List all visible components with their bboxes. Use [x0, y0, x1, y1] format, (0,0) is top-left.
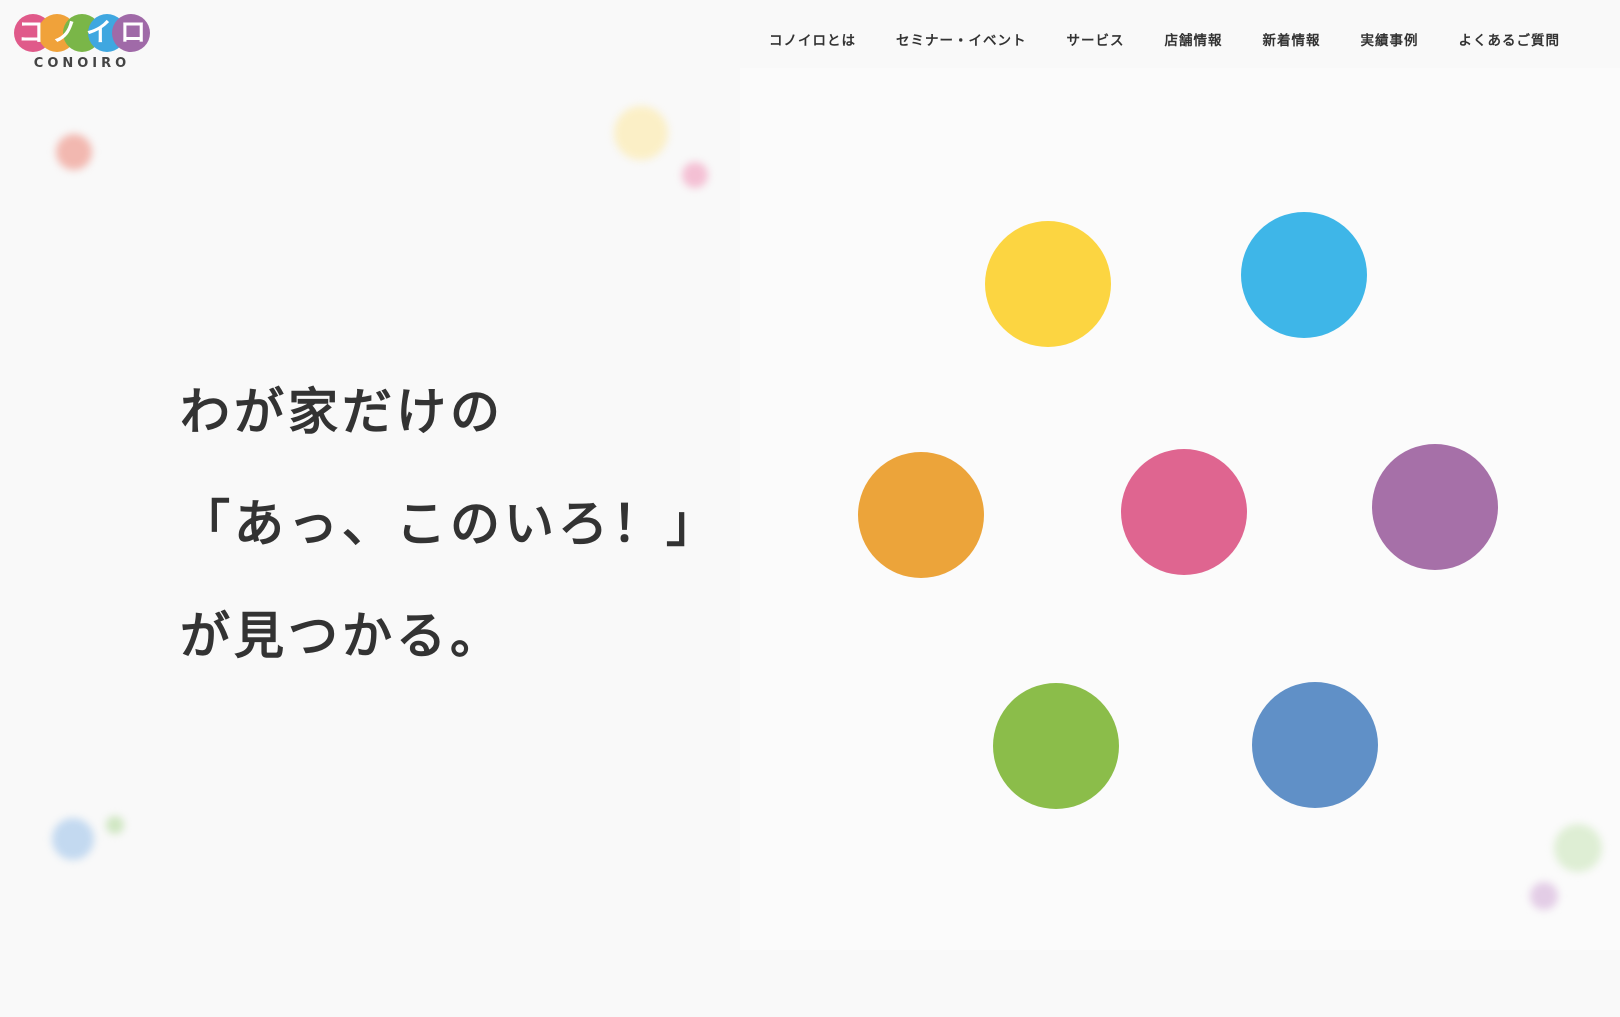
- nav-item-works[interactable]: 実績事例: [1341, 30, 1439, 52]
- color-dot-sky: [1241, 212, 1367, 338]
- logo-mark: コ ノ イ ロ: [14, 14, 150, 52]
- logo-glyph: ロ: [119, 18, 146, 48]
- color-dot-green: [993, 683, 1119, 809]
- logo-glyph: ノ: [51, 18, 78, 48]
- nav-item-faq[interactable]: よくあるご質問: [1439, 30, 1581, 52]
- nav-item-seminar-event[interactable]: セミナー・イベント: [876, 30, 1047, 52]
- logo-glyph: イ: [85, 18, 112, 48]
- decor-bubble-green: [106, 816, 124, 834]
- decor-bubble-pink: [682, 162, 708, 188]
- nav-item-service[interactable]: サービス: [1047, 30, 1145, 52]
- nav-item-shop-info[interactable]: 店舗情報: [1145, 30, 1243, 52]
- decor-bubble-lightgreen: [1554, 824, 1602, 872]
- page: コ ノ イ ロ CONOIRO コノイロとは セミナー・イベント サービス 店舗…: [0, 0, 1620, 1017]
- conoiro-logo[interactable]: コ ノ イ ロ CONOIRO: [14, 14, 154, 74]
- decor-bubble-blue: [52, 818, 94, 860]
- decor-bubble-purple: [1530, 882, 1558, 910]
- decor-bubble-yellow: [614, 106, 668, 160]
- nav-item-about[interactable]: コノイロとは: [749, 30, 876, 52]
- color-dot-purple: [1372, 444, 1498, 570]
- logo-subtitle: CONOIRO: [33, 56, 131, 71]
- color-dot-pink: [1121, 449, 1247, 575]
- hero-line-2: 「あっ、このいろ！」: [180, 495, 720, 553]
- nav-item-news[interactable]: 新着情報: [1243, 30, 1341, 52]
- hero-headline: わが家だけの 「あっ、このいろ！」 が見つかる。: [180, 356, 720, 692]
- logo-glyph: コ: [17, 18, 44, 48]
- hero-line-1: わが家だけの: [180, 383, 504, 441]
- color-dot-yellow: [985, 221, 1111, 347]
- color-dot-orange: [858, 452, 984, 578]
- decor-bubble-red: [56, 134, 92, 170]
- color-dot-blue: [1252, 682, 1378, 808]
- main-nav: コノイロとは セミナー・イベント サービス 店舗情報 新着情報 実績事例 よくあ…: [749, 30, 1580, 52]
- hero-line-3: が見つかる。: [180, 607, 504, 665]
- logo-glyphs: コ ノ イ ロ: [14, 14, 150, 52]
